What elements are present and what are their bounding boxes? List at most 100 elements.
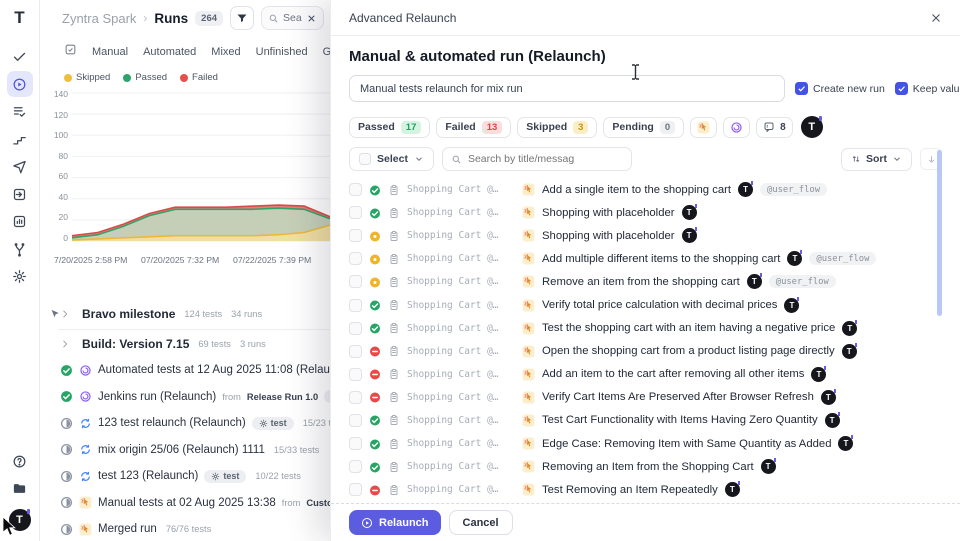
expand-chevron-icon[interactable]	[60, 339, 70, 349]
test-row[interactable]: Shopping Cart @…Test Cart Functionality …	[349, 409, 942, 432]
run-row[interactable]: test 123 (Relaunch)test10/22 tests	[40, 463, 332, 490]
assignee-avatar[interactable]: T	[738, 182, 753, 197]
rail-item-list-check[interactable]	[7, 99, 33, 125]
legend-passed[interactable]: Passed	[123, 72, 167, 83]
rail-item-check[interactable]	[7, 44, 33, 70]
assignee-avatar[interactable]: T	[811, 367, 826, 382]
tests-search-input[interactable]	[468, 153, 623, 165]
assignee-avatar[interactable]: T	[821, 390, 836, 405]
select-checkbox[interactable]	[359, 153, 371, 165]
test-row[interactable]: Shopping Cart @…Open the shopping cart f…	[349, 340, 942, 363]
run-row[interactable]: Jenkins run (Relaunch)fromRelease Run 1.…	[40, 384, 332, 411]
assignee-filter-avatar[interactable]: T	[801, 116, 823, 138]
assignee-avatar[interactable]: T	[787, 251, 802, 266]
user-avatar[interactable]: T	[9, 509, 31, 531]
row-checkbox[interactable]	[349, 322, 362, 335]
assignee-avatar[interactable]: T	[838, 436, 853, 451]
run-row[interactable]: Automated tests at 12 Aug 2025 11:08 (Re…	[40, 357, 332, 384]
test-row[interactable]: Shopping Cart @…Add multiple different i…	[349, 247, 942, 270]
row-checkbox[interactable]	[349, 437, 362, 450]
tab-unfinished[interactable]: Unfinished	[256, 46, 308, 58]
close-icon[interactable]	[930, 12, 942, 24]
assignee-avatar[interactable]: T	[825, 413, 840, 428]
type-filter-automated[interactable]	[723, 117, 750, 138]
tab-manual[interactable]: Manual	[92, 46, 128, 58]
tests-search[interactable]	[442, 147, 632, 171]
rail-item-plane[interactable]	[7, 154, 33, 180]
comments-filter[interactable]: 8	[756, 117, 793, 138]
row-checkbox[interactable]	[349, 483, 362, 496]
assignee-avatar[interactable]: T	[725, 482, 740, 497]
status-chip-failed[interactable]: Failed13	[436, 117, 511, 138]
modal-scrollbar[interactable]	[937, 150, 942, 316]
run-name-input[interactable]	[349, 75, 785, 102]
test-row[interactable]: Shopping Cart @…Edge Case: Removing Item…	[349, 432, 942, 455]
env-chip[interactable]: test	[252, 417, 294, 430]
test-row[interactable]: Shopping Cart @…Test the shopping cart w…	[349, 317, 942, 340]
assignee-avatar[interactable]: T	[682, 228, 697, 243]
status-chip-passed[interactable]: Passed17	[349, 117, 430, 138]
app-logo[interactable]: T	[14, 8, 24, 28]
select-all-icon[interactable]	[64, 43, 77, 61]
create-new-run-option[interactable]: Create new run	[795, 82, 885, 95]
status-chip-pending[interactable]: Pending0	[603, 117, 684, 138]
expand-chevron-icon[interactable]	[60, 309, 70, 319]
row-checkbox[interactable]	[349, 229, 362, 242]
row-checkbox[interactable]	[349, 206, 362, 219]
status-chip-skipped[interactable]: Skipped3	[517, 117, 597, 138]
test-row[interactable]: Shopping Cart @…Test Removing an Item Re…	[349, 478, 942, 501]
tab-automated[interactable]: Automated	[143, 46, 196, 58]
assignee-avatar[interactable]: T	[784, 298, 799, 313]
assignee-avatar[interactable]: T	[747, 274, 762, 289]
rail-item-inbox-arrow[interactable]	[7, 181, 33, 207]
clear-search-icon[interactable]	[306, 13, 317, 24]
run-row[interactable]: 123 test relaunch (Relaunch)test15/23 te…	[40, 410, 332, 437]
rail-item-branch[interactable]	[7, 236, 33, 262]
row-checkbox[interactable]	[349, 414, 362, 427]
keep-values-option[interactable]: Keep values	[895, 82, 960, 95]
row-checkbox[interactable]	[349, 183, 362, 196]
checkbox-checked-icon[interactable]	[795, 82, 808, 95]
rail-item-help[interactable]	[7, 448, 33, 474]
tab-mixed[interactable]: Mixed	[211, 46, 240, 58]
assignee-avatar[interactable]: T	[842, 321, 857, 336]
row-checkbox[interactable]	[349, 391, 362, 404]
runs-search[interactable]	[261, 6, 324, 30]
milestone-row[interactable]: Build: Version 7.1569 tests3 runs	[40, 331, 332, 358]
rail-item-steps[interactable]	[7, 126, 33, 152]
run-row[interactable]: Manual tests at 02 Aug 2025 13:38fromCus…	[40, 490, 332, 517]
rail-item-gear[interactable]	[7, 264, 33, 290]
checkbox-checked-icon[interactable]	[895, 82, 908, 95]
assignee-avatar[interactable]: T	[761, 459, 776, 474]
test-row[interactable]: Shopping Cart @…Add a single item to the…	[349, 178, 942, 201]
row-checkbox[interactable]	[349, 368, 362, 381]
filter-button[interactable]	[230, 6, 254, 30]
assignee-avatar[interactable]: T	[682, 205, 697, 220]
rail-item-chart-box[interactable]	[7, 209, 33, 235]
sort-button[interactable]: Sort	[841, 148, 912, 171]
test-row[interactable]: Shopping Cart @…Add an item to the cart …	[349, 363, 942, 386]
test-row[interactable]: Shopping Cart @…Shopping with placeholde…	[349, 201, 942, 224]
test-row[interactable]: Shopping Cart @…Removing an Item from th…	[349, 455, 942, 478]
type-filter-manual[interactable]	[690, 117, 717, 138]
run-row[interactable]: Merged run76/76 tests	[40, 516, 332, 541]
breadcrumb-project[interactable]: Zyntra Spark	[62, 11, 136, 26]
select-dropdown[interactable]: Select	[349, 147, 434, 171]
row-checkbox[interactable]	[349, 299, 362, 312]
relaunch-button[interactable]: Relaunch	[349, 510, 441, 535]
row-checkbox[interactable]	[349, 275, 362, 288]
legend-skipped[interactable]: Skipped	[64, 72, 110, 83]
assignee-avatar[interactable]: T	[842, 344, 857, 359]
runs-search-input[interactable]	[283, 12, 302, 24]
run-row[interactable]: mix origin 25/06 (Relaunch) 111115/33 te…	[40, 437, 332, 464]
row-checkbox[interactable]	[349, 345, 362, 358]
rail-item-play-circle[interactable]	[7, 71, 33, 97]
test-row[interactable]: Shopping Cart @…Verify Cart Items Are Pr…	[349, 386, 942, 409]
cancel-button[interactable]: Cancel	[449, 510, 513, 535]
env-chip[interactable]: test	[204, 470, 246, 483]
test-row[interactable]: Shopping Cart @…Shopping with placeholde…	[349, 224, 942, 247]
test-row[interactable]: Shopping Cart @…Remove an item from the …	[349, 270, 942, 293]
milestone-row[interactable]: Bravo milestone124 tests34 runs	[40, 301, 332, 328]
row-checkbox[interactable]	[349, 460, 362, 473]
rail-item-folder-tray[interactable]	[7, 476, 33, 502]
